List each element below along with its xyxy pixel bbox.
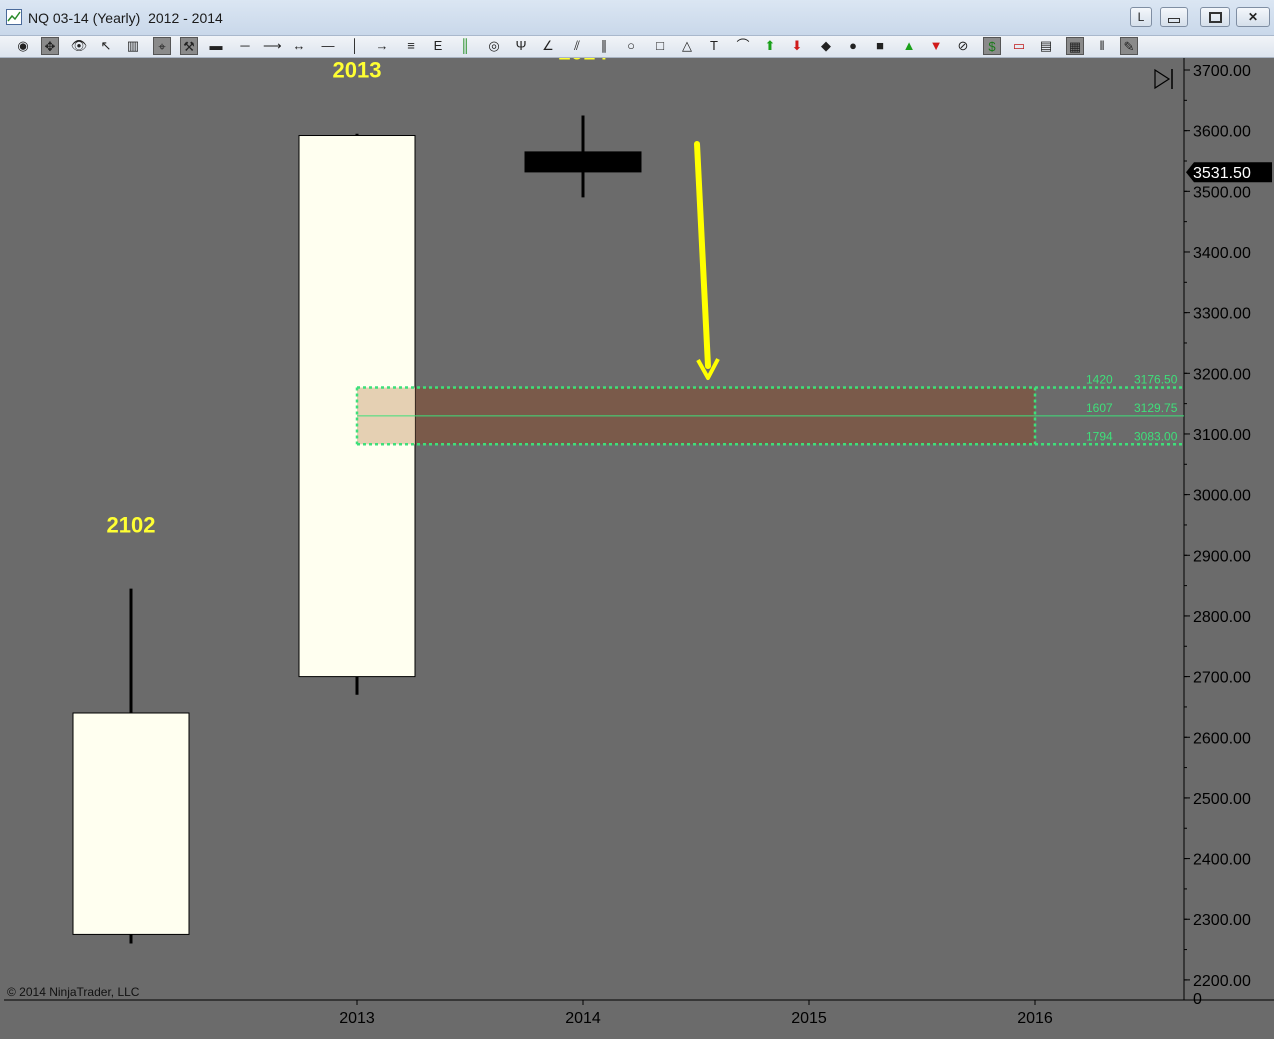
title-bar: NQ 03-14 (Yearly) 2012 - 2014 L ✕ [0, 0, 1274, 36]
arrow-up-icon[interactable]: ⬆ [761, 37, 779, 55]
year-label: 2102 [107, 513, 156, 538]
x-tick-label: 2014 [565, 1010, 601, 1027]
y-tick-label: 3500.00 [1193, 184, 1251, 201]
show-icon[interactable]: 👁 [70, 37, 88, 55]
candles-icon[interactable]: ǁ [1093, 37, 1111, 55]
window-title: NQ 03-14 (Yearly) 2012 - 2014 [28, 10, 223, 26]
y-tick-label: 3200.00 [1193, 366, 1251, 383]
pitchfork-icon[interactable]: Ψ [512, 37, 530, 55]
dollar-icon[interactable]: $ [983, 37, 1001, 55]
candle-2012[interactable] [72, 712, 190, 935]
y-tick-label: 2700.00 [1193, 670, 1251, 687]
regression-icon[interactable]: ⫽ [568, 37, 586, 55]
y-tick-label: 2300.00 [1193, 912, 1251, 929]
scroll-end-icon [1154, 68, 1171, 90]
extended-line-icon[interactable]: ↔ [290, 37, 308, 55]
eye-icon[interactable]: ◉ [14, 37, 32, 55]
marker-icon[interactable]: ⌖ [153, 37, 171, 55]
chart-app-icon [6, 9, 22, 25]
remove-draw-icon[interactable]: ▭ [1010, 37, 1028, 55]
ellipse-icon[interactable]: ○ [622, 37, 640, 55]
arrow-line-icon[interactable]: → [373, 37, 391, 55]
data-box-icon[interactable]: ▤ [1037, 37, 1055, 55]
close-button[interactable]: ✕ [1236, 7, 1270, 27]
bar-type-icon[interactable]: ▥ [124, 37, 142, 55]
drawing-toolbar: ◉ ✥ 👁 ↖ ▥ ⌖ ⚒ ▬ ─ ⟶ ↔ — │ → ≡ Ε ║ ◎ Ψ ∠ ⫽ ∥ ○ □ △ T ⌒ ⬆ ⬇ ◆ ● ■ ▲ ▼ ⊘ $ ▭ ▤ ▦ ǁ… [0, 36, 1274, 58]
fib-retracement-icon[interactable]: ≡ [402, 37, 420, 55]
triangle-down-icon[interactable]: ▼ [927, 37, 945, 55]
copyright-text: © 2014 NinjaTrader, LLC [7, 985, 140, 999]
y-tick-label: 3100.00 [1193, 427, 1251, 444]
horizontal-line-icon[interactable]: — [319, 37, 337, 55]
y-tick-label: 2500.00 [1193, 791, 1251, 808]
parallel-icon[interactable]: ∥ [595, 37, 613, 55]
maximize-icon [1208, 12, 1222, 23]
arrow-down-icon[interactable]: ⬇ [788, 37, 806, 55]
x-tick-label: 2016 [1017, 1010, 1053, 1027]
y-tick-label: 3700.00 [1193, 63, 1251, 80]
diamond-icon[interactable]: ◆ [817, 37, 835, 55]
fib-price-label: 3176.50 [1134, 373, 1178, 387]
ruler-icon[interactable]: ▬ [207, 37, 225, 55]
fib-label: 1420 [1086, 373, 1113, 387]
minimize-icon [1168, 18, 1180, 23]
pointer-icon[interactable]: ↖ [97, 37, 115, 55]
layout-button[interactable]: L [1130, 7, 1152, 27]
chart-trader-icon[interactable]: ▦ [1066, 37, 1084, 55]
fib-price-label: 3083.00 [1134, 429, 1178, 443]
dot-icon[interactable]: ● [844, 37, 862, 55]
square-icon[interactable]: ■ [871, 37, 889, 55]
fib-price-label: 3129.75 [1134, 401, 1178, 415]
y-tick-label: 2400.00 [1193, 852, 1251, 869]
triangle-icon[interactable]: △ [678, 37, 696, 55]
x-tick-label: 2015 [791, 1010, 827, 1027]
x-tick-label: 2013 [339, 1010, 375, 1027]
y-tick-label: 2200.00 [1193, 973, 1251, 990]
fib-circle-icon[interactable]: ◎ [485, 37, 503, 55]
fib-extension-icon[interactable]: Ε [429, 37, 447, 55]
maximize-button[interactable] [1200, 7, 1230, 27]
fib-label: 1794 [1086, 429, 1113, 443]
text-icon[interactable]: T [705, 37, 723, 55]
gann-fan-icon[interactable]: ∠ [539, 37, 557, 55]
year-label: 2013 [333, 58, 382, 83]
hammer-icon[interactable]: ⚒ [180, 37, 198, 55]
y-tick-label: 3300.00 [1193, 306, 1251, 323]
triangle-up-icon[interactable]: ▲ [900, 37, 918, 55]
y-tick-label: 3000.00 [1193, 488, 1251, 505]
year-label: 2014 [559, 58, 609, 64]
fib-timezones-icon[interactable]: ║ [456, 37, 474, 55]
chart-panel[interactable]: 3700.00 3600.00 3500.00 3400.00 3300.00 3200.… [4, 58, 1274, 1039]
properties-icon[interactable]: ✎ [1120, 37, 1138, 55]
y-zero-label: 0 [1193, 991, 1202, 1008]
vertical-line-icon[interactable]: │ [346, 37, 364, 55]
fib-label: 1607 [1086, 401, 1113, 415]
crosshair-icon[interactable]: ✥ [41, 37, 59, 55]
price-chart[interactable]: 3700.00 3600.00 3500.00 3400.00 3300.00 3200.… [4, 58, 1274, 1039]
annotation-arrow-shaft[interactable] [694, 141, 711, 369]
y-tick-label: 2800.00 [1193, 609, 1251, 626]
rectangle-icon[interactable]: □ [651, 37, 669, 55]
remove-icon[interactable]: ⊘ [954, 37, 972, 55]
current-price-label: 3531.50 [1193, 165, 1251, 182]
y-tick-label: 2600.00 [1193, 730, 1251, 747]
y-tick-label: 3400.00 [1193, 245, 1251, 262]
ray-icon[interactable]: ⟶ [263, 37, 282, 55]
candle-2014[interactable] [524, 151, 642, 173]
minimize-button[interactable] [1160, 7, 1188, 27]
line-icon[interactable]: ─ [236, 37, 254, 55]
arc-icon[interactable]: ⌒ [734, 37, 752, 55]
y-tick-label: 2900.00 [1193, 548, 1251, 565]
y-tick-label: 3600.00 [1193, 124, 1251, 141]
